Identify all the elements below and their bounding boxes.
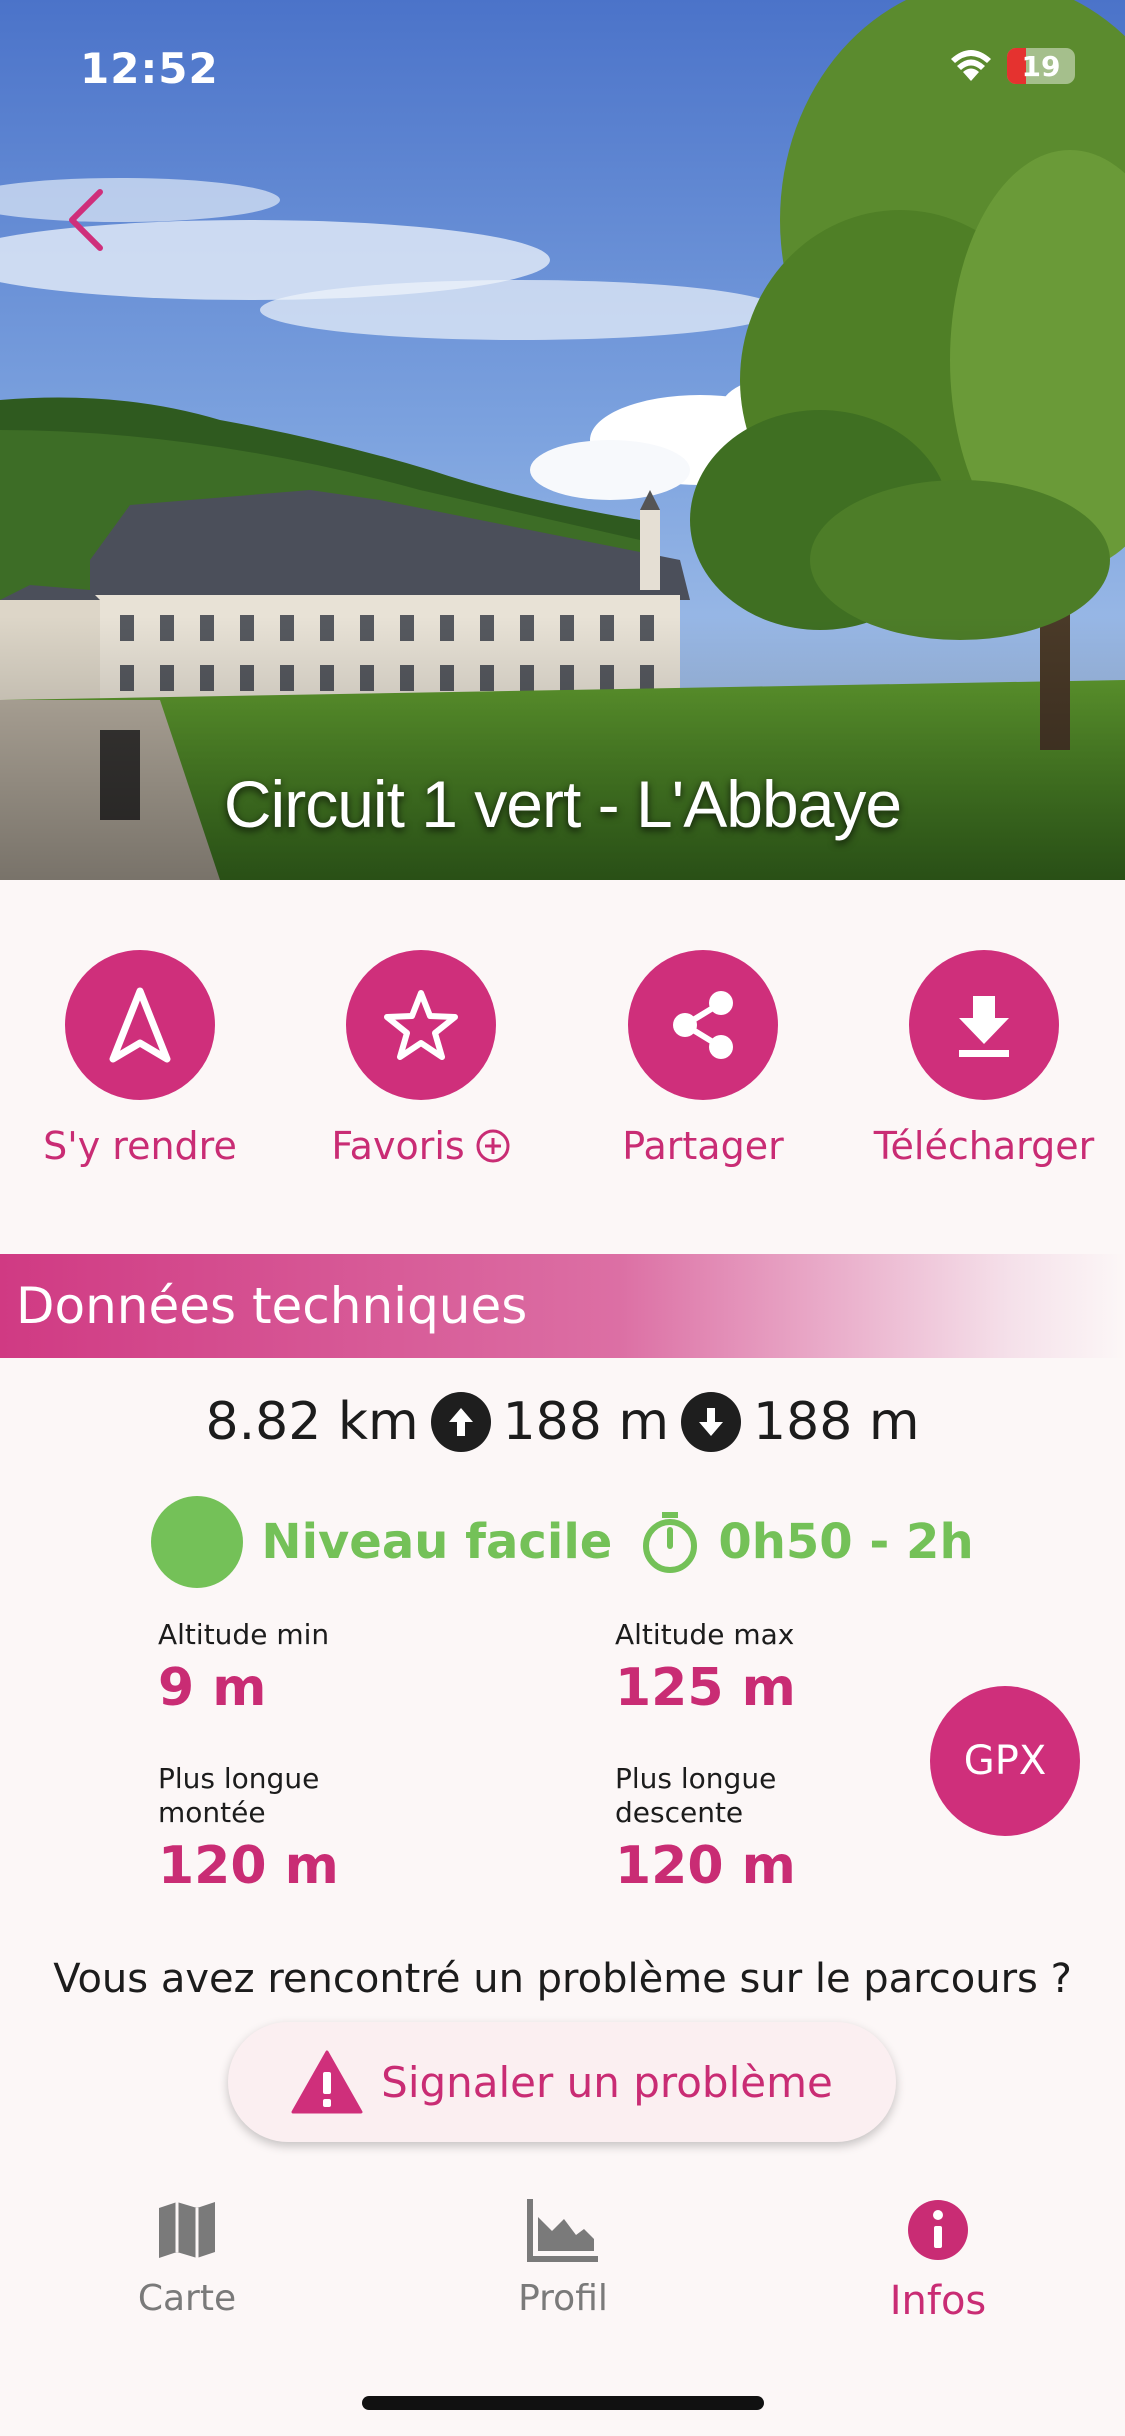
navigate-arrow-icon — [109, 987, 171, 1063]
route-title: Circuit 1 vert - L'Abbaye — [223, 767, 902, 841]
problem-question: Vous avez rencontré un problème sur le p… — [53, 1956, 1072, 2002]
longest-climb-value: 120 m — [158, 1836, 339, 1896]
share-circle[interactable] — [628, 950, 778, 1100]
tab-carte[interactable]: Carte — [62, 2190, 312, 2319]
difficulty-indicator — [151, 1496, 244, 1588]
directions-button[interactable]: S'y rendre — [20, 950, 260, 1168]
elevation-chart-icon — [527, 2199, 598, 2262]
section-title: Données techniques — [16, 1277, 528, 1335]
plus-circle-icon — [476, 1129, 510, 1163]
star-icon — [384, 990, 458, 1060]
descent-icon — [681, 1392, 742, 1452]
share-button[interactable]: Partager — [583, 950, 823, 1168]
section-header: Données techniques — [0, 1254, 1125, 1358]
map-icon — [159, 2202, 215, 2258]
directions-label: S'y rendre — [43, 1124, 237, 1168]
tab-infos-label: Infos — [889, 2278, 987, 2324]
timer-icon — [643, 1512, 698, 1573]
difficulty-label: Niveau facile — [261, 1514, 613, 1570]
status-time: 12:52 — [80, 44, 219, 93]
tab-profil[interactable]: Profil — [438, 2190, 688, 2319]
altitude-max-value: 125 m — [615, 1658, 796, 1718]
difficulty-row: Niveau facile 0h50 - 2h — [0, 1496, 1125, 1588]
warning-icon — [291, 2050, 363, 2114]
abbey-photo — [0, 0, 1125, 880]
hero-image: 12:52 19 Circuit 1 vert - L'Abbaye — [0, 0, 1125, 880]
altitude-min: Altitude min 9 m — [158, 1618, 378, 1718]
report-problem-button[interactable]: Signaler un problème — [228, 2022, 896, 2142]
download-button[interactable]: Télécharger — [864, 950, 1104, 1168]
share-icon — [673, 991, 733, 1059]
tab-infos[interactable]: Infos — [813, 2190, 1063, 2324]
altitude-max-label: Altitude max — [615, 1618, 795, 1651]
favorites-button[interactable]: Favoris — [301, 950, 541, 1168]
battery-level: 19 — [1021, 49, 1061, 83]
favorites-label: Favoris — [331, 1124, 465, 1168]
ascent-icon — [430, 1392, 491, 1452]
distance-value: 8.82 km — [205, 1392, 419, 1452]
tab-carte-label: Carte — [137, 2278, 237, 2319]
report-problem-label: Signaler un problème — [381, 2057, 833, 2107]
status-indicators: 19 — [949, 48, 1075, 84]
chevron-left-icon — [69, 189, 103, 251]
tab-profil-label: Profil — [518, 2278, 608, 2319]
gpx-button[interactable]: GPX — [930, 1686, 1080, 1836]
altitude-min-value: 9 m — [158, 1658, 267, 1718]
download-label: Télécharger — [873, 1124, 1095, 1168]
ascent-value: 188 m — [502, 1392, 670, 1452]
longest-climb: Plus longue montée 120 m — [158, 1762, 378, 1896]
altitude-max: Altitude max 125 m — [615, 1618, 835, 1718]
share-label: Partager — [622, 1124, 784, 1168]
download-icon — [959, 996, 1009, 1057]
info-icon — [908, 2200, 968, 2260]
descent-value: 188 m — [753, 1392, 920, 1452]
duration-label: 0h50 - 2h — [718, 1514, 974, 1570]
altitude-min-label: Altitude min — [158, 1618, 330, 1651]
route-summary: 8.82 km 188 m 188 m — [0, 1392, 1125, 1452]
longest-climb-label: Plus longue montée — [158, 1762, 320, 1829]
longest-descent-value: 120 m — [615, 1836, 796, 1896]
longest-descent: Plus longue descente 120 m — [615, 1762, 835, 1896]
download-circle[interactable] — [909, 950, 1059, 1100]
longest-descent-label: Plus longue descente — [615, 1762, 777, 1829]
favorites-circle[interactable] — [346, 950, 496, 1100]
home-indicator[interactable] — [362, 2396, 764, 2410]
battery-icon: 19 — [1007, 48, 1075, 84]
action-bar: S'y rendre Favoris Partager Télécharger — [0, 950, 1125, 1180]
directions-circle[interactable] — [65, 950, 215, 1100]
back-button[interactable] — [56, 180, 116, 260]
wifi-icon — [951, 50, 991, 81]
